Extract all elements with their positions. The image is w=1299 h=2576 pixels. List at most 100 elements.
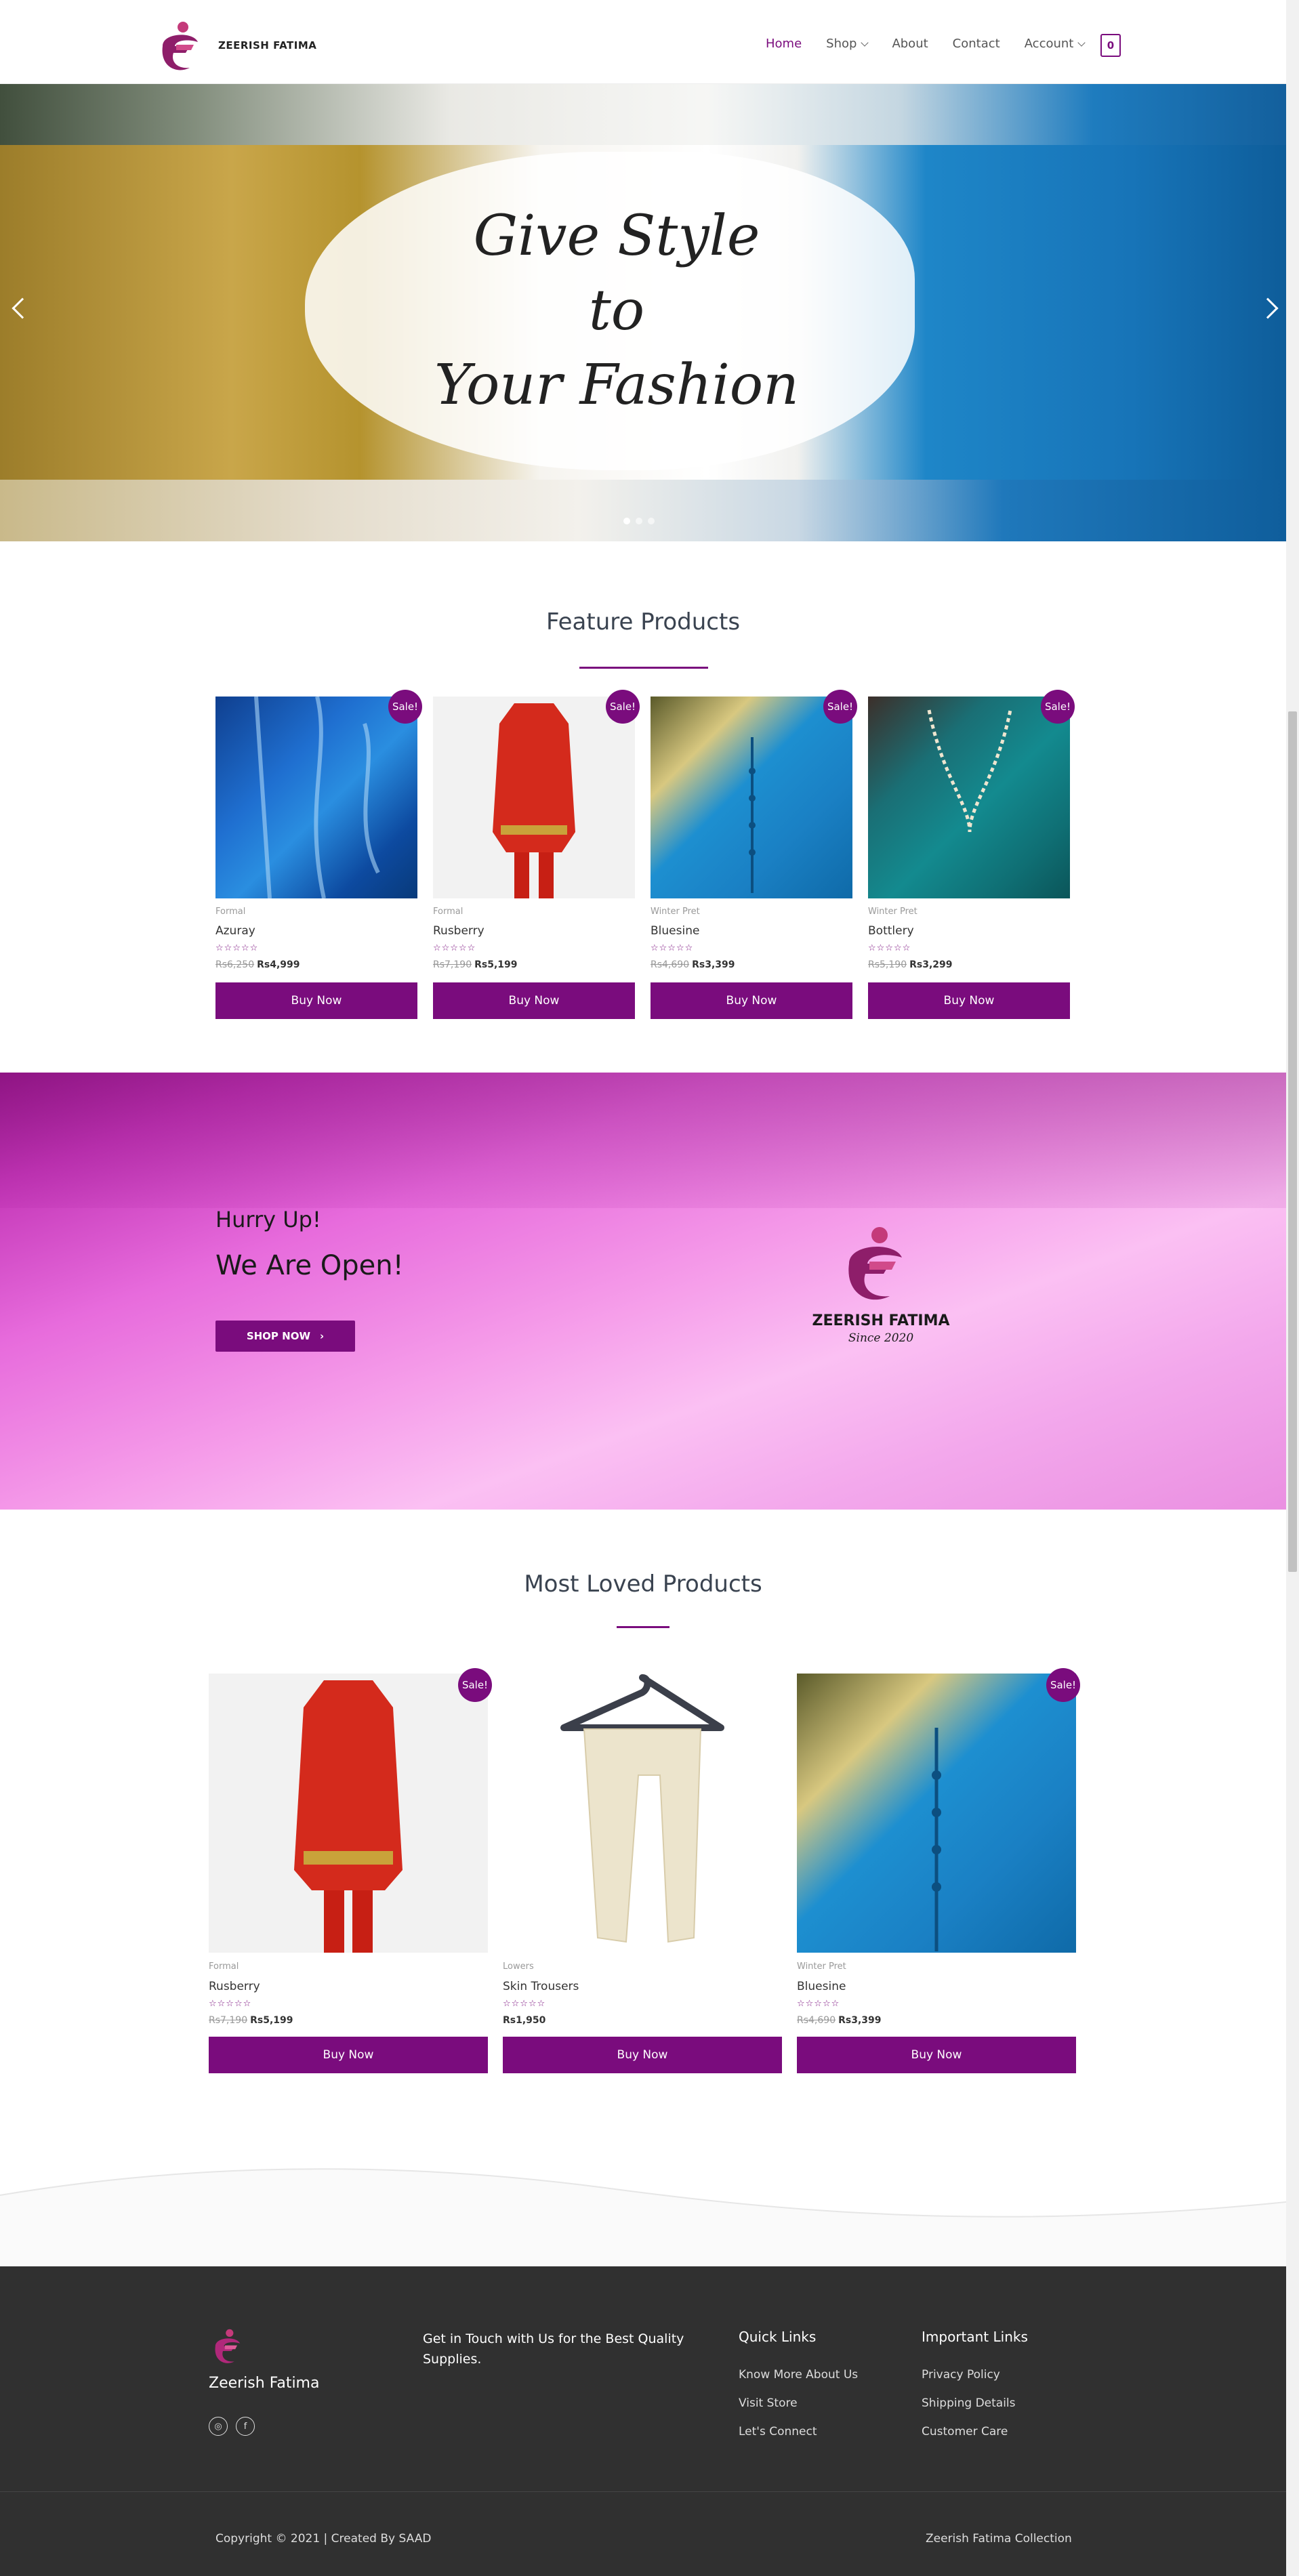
footer-divider <box>0 2491 1286 2492</box>
shop-now-label: SHOP NOW <box>246 1330 310 1342</box>
sale-badge: Sale! <box>388 690 422 724</box>
product-category[interactable]: Lowers <box>503 1961 534 1972</box>
product-image[interactable] <box>868 697 1070 898</box>
old-price: Rs7,190 <box>433 959 472 970</box>
buy-now-button[interactable]: Buy Now <box>215 982 417 1019</box>
loved-title: Most Loved Products <box>524 1571 762 1598</box>
product-image[interactable] <box>433 697 635 898</box>
nav-contact[interactable]: Contact <box>953 37 1000 51</box>
buy-now-button[interactable]: Buy Now <box>503 2037 782 2073</box>
product-image-art <box>254 697 380 898</box>
sale-price: Rs5,199 <box>250 2015 293 2026</box>
sale-badge: Sale! <box>1041 690 1075 724</box>
product-card[interactable]: Sale! Formal Rusberry ☆☆☆☆☆ Rs7,190 Rs5,1… <box>433 690 640 1020</box>
buy-now-button[interactable]: Buy Now <box>868 982 1070 1019</box>
nav-shop-label: Shop <box>826 37 857 51</box>
hero-image-top <box>0 84 1286 145</box>
slider-dot[interactable] <box>648 518 655 524</box>
nav-shop[interactable]: Shop <box>826 37 869 51</box>
footer-link-privacy[interactable]: Privacy Policy <box>922 2368 1000 2382</box>
product-card[interactable]: Sale! Formal Azuray ☆☆☆☆☆ Rs6,250 Rs4,999… <box>215 690 422 1020</box>
product-name[interactable]: Bluesine <box>651 924 699 938</box>
product-image[interactable] <box>503 1674 782 1953</box>
footer-link-care[interactable]: Customer Care <box>922 2425 1008 2438</box>
product-name[interactable]: Skin Trousers <box>503 1980 579 1993</box>
buy-now-button[interactable]: Buy Now <box>797 2037 1076 2073</box>
product-price: Rs7,190 Rs5,199 <box>433 959 518 970</box>
slogan-line: Your Fashion <box>434 353 799 417</box>
product-image[interactable] <box>215 697 417 898</box>
product-image-art <box>932 1728 941 1951</box>
old-price: Rs5,190 <box>868 959 907 970</box>
hero-slogan: Give Style to Your Fashion <box>434 199 800 423</box>
copyright: Copyright © 2021 | Created By SAAD <box>215 2532 432 2546</box>
buy-now-button[interactable]: Buy Now <box>651 982 852 1019</box>
product-card[interactable]: Lowers Skin Trousers ☆☆☆☆☆ Rs1,950 Buy N… <box>503 1674 782 2073</box>
footer-link-about[interactable]: Know More About Us <box>739 2368 858 2382</box>
cart-button[interactable]: 0 <box>1100 34 1121 57</box>
facebook-icon[interactable]: f <box>236 2417 255 2436</box>
product-image-art <box>560 1674 724 1943</box>
important-links-title: Important Links <box>922 2329 1028 2345</box>
product-category[interactable]: Winter Pret <box>797 1961 846 1972</box>
sale-price: Rs5,199 <box>474 959 518 970</box>
site-header: ZEERISH FATIMA Home Shop About Contact A… <box>0 0 1286 84</box>
footer-logo[interactable] <box>209 2327 247 2365</box>
rating-stars: ☆☆☆☆☆ <box>503 1999 546 2009</box>
slider-dot[interactable] <box>636 518 642 524</box>
product-image[interactable] <box>209 1674 488 1953</box>
scrollbar[interactable] <box>1286 0 1299 2576</box>
rating-stars: ☆☆☆☆☆ <box>797 1999 840 2009</box>
buy-now-button[interactable]: Buy Now <box>433 982 635 1019</box>
product-category[interactable]: Winter Pret <box>651 907 700 917</box>
product-category[interactable]: Formal <box>209 1961 239 1972</box>
instagram-icon[interactable]: ◎ <box>209 2417 228 2436</box>
sale-price: Rs3,399 <box>692 959 735 970</box>
old-price: Rs4,690 <box>651 959 690 970</box>
sale-price: Rs3,299 <box>909 959 953 970</box>
nav-account[interactable]: Account <box>1025 37 1086 51</box>
product-card[interactable]: Sale! Formal Rusberry ☆☆☆☆☆ Rs7,190 Rs5,1… <box>209 1668 492 2073</box>
scrollbar-thumb[interactable] <box>1288 711 1297 1572</box>
product-card[interactable]: Sale! Winter Pret Bottlery ☆☆☆☆☆ Rs5,190… <box>868 690 1075 1020</box>
product-category[interactable]: Formal <box>433 907 463 917</box>
product-category[interactable]: Formal <box>215 907 245 917</box>
brand-name[interactable]: ZEERISH FATIMA <box>218 39 316 51</box>
nav-about[interactable]: About <box>892 37 928 51</box>
sale-badge: Sale! <box>458 1668 492 1702</box>
product-price: Rs5,190 Rs3,299 <box>868 959 953 970</box>
sale-price: Rs4,999 <box>257 959 300 970</box>
buy-now-button[interactable]: Buy Now <box>209 2037 488 2073</box>
product-category[interactable]: Winter Pret <box>868 907 917 917</box>
product-card[interactable]: Sale! Winter Pret Bluesine ☆☆☆☆☆ Rs4,690… <box>797 1668 1080 2073</box>
product-name[interactable]: Rusberry <box>433 924 484 938</box>
shop-now-button[interactable]: SHOP NOW › <box>215 1321 355 1352</box>
product-name[interactable]: Azuray <box>215 924 255 938</box>
slogan-line: Give Style <box>473 204 760 268</box>
slider-dot[interactable] <box>623 518 630 524</box>
hero-slider: Give Style to Your Fashion <box>0 84 1286 541</box>
product-card[interactable]: Sale! Winter Pret Bluesine ☆☆☆☆☆ Rs4,690… <box>651 690 857 1020</box>
slogan-line: to <box>588 278 645 343</box>
product-image[interactable] <box>651 697 852 898</box>
regular-price: Rs1,950 <box>503 2015 546 2026</box>
product-image[interactable] <box>797 1674 1076 1953</box>
product-name[interactable]: Rusberry <box>209 1980 260 1993</box>
product-price: Rs4,690 Rs3,399 <box>651 959 735 970</box>
chevron-down-icon <box>1077 39 1086 47</box>
featured-underline <box>579 667 708 669</box>
footer-link-shipping[interactable]: Shipping Details <box>922 2396 1016 2410</box>
chevron-right-icon: › <box>320 1330 325 1342</box>
promo-since: Since 2020 <box>848 1331 914 1345</box>
main-nav: Home Shop About Contact Account <box>766 37 1086 51</box>
rating-stars: ☆☆☆☆☆ <box>868 943 911 953</box>
sale-price: Rs3,399 <box>838 2015 882 2026</box>
brand-logo[interactable] <box>156 19 205 73</box>
footer-link-connect[interactable]: Let's Connect <box>739 2425 817 2438</box>
old-price: Rs7,190 <box>209 2015 248 2026</box>
product-name[interactable]: Bluesine <box>797 1980 846 1993</box>
quick-links-title: Quick Links <box>739 2329 817 2345</box>
product-name[interactable]: Bottlery <box>868 924 914 938</box>
footer-link-store[interactable]: Visit Store <box>739 2396 798 2410</box>
nav-home[interactable]: Home <box>766 37 802 51</box>
